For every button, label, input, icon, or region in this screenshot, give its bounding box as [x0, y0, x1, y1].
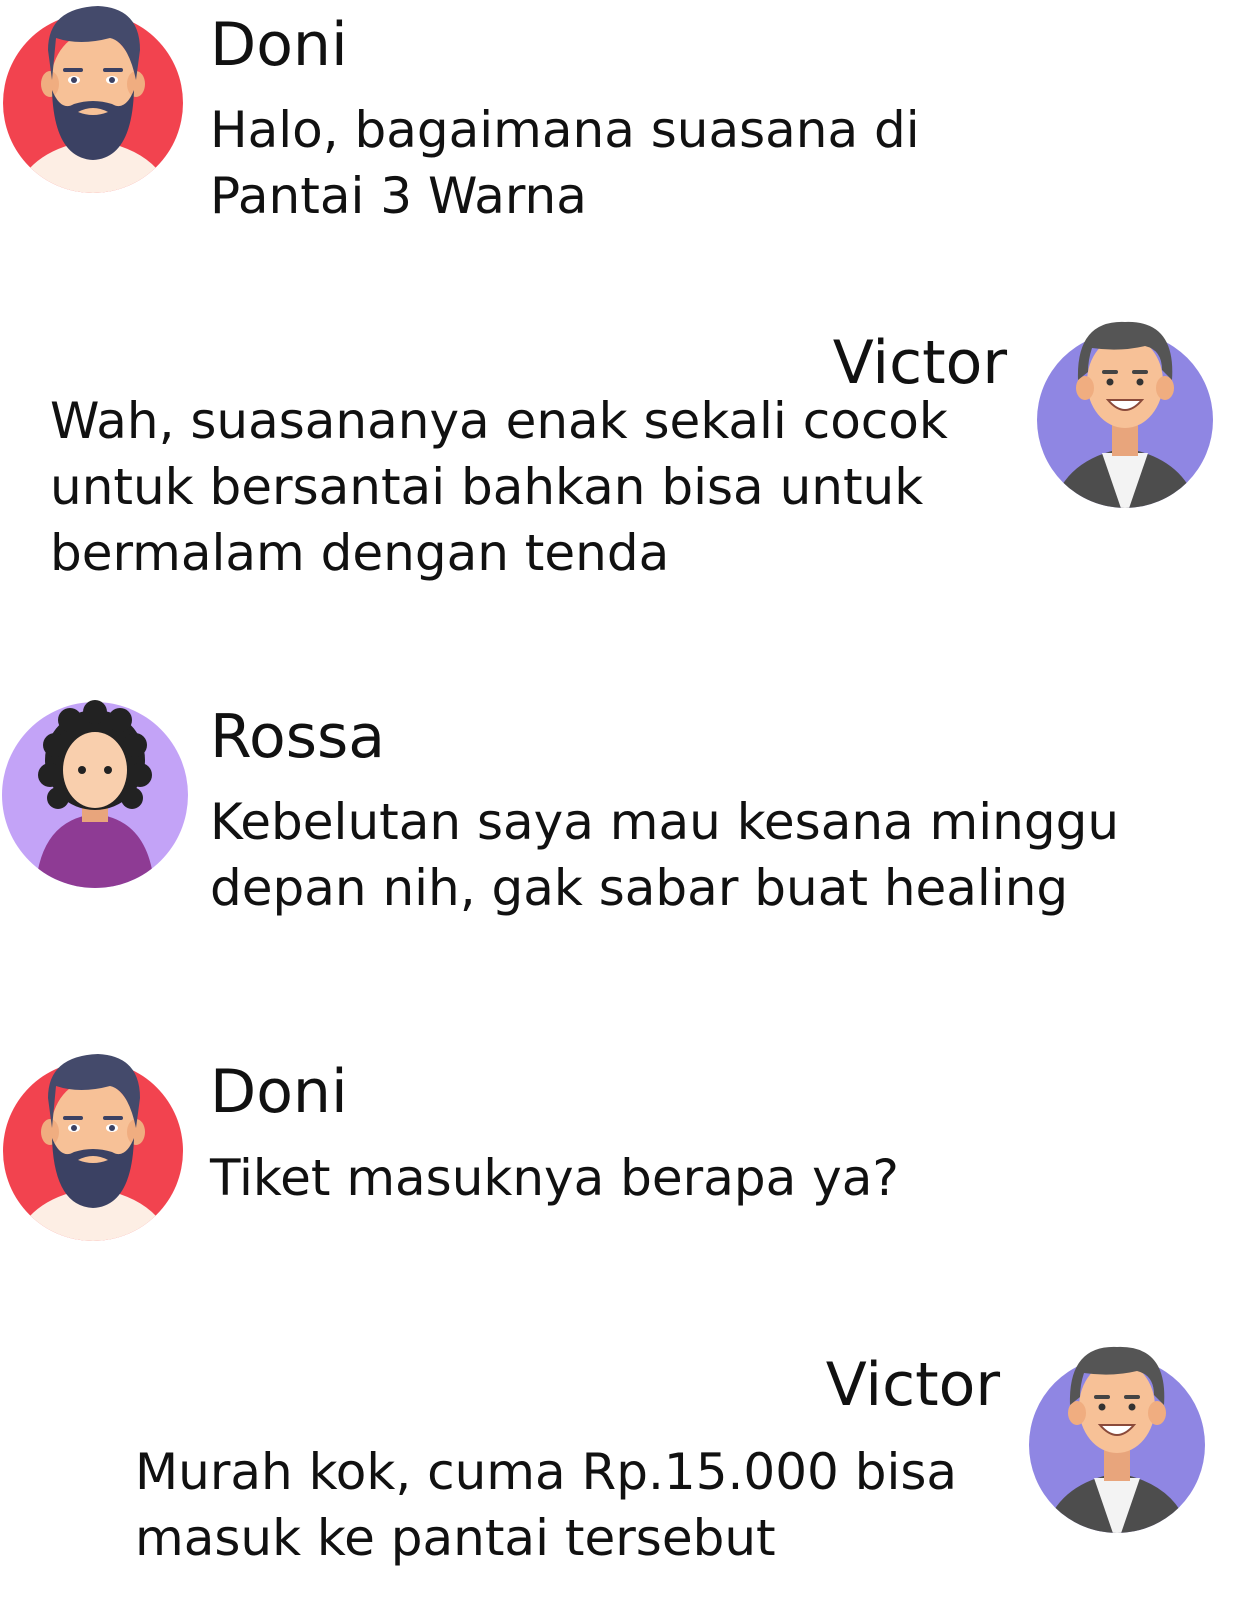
message-text: Wah, suasananya enak sekali cocok untuk …: [50, 388, 948, 586]
message-line: masuk ke pantai tersebut: [135, 1509, 776, 1567]
avatar-victor: [1030, 310, 1220, 520]
message-text: Tiket masuknya berapa ya?: [210, 1145, 899, 1211]
bearded-man-avatar-icon: [3, 6, 183, 193]
sender-name: Rossa: [210, 702, 385, 772]
message-line: depan nih, gak sabar buat healing: [210, 859, 1069, 917]
sender-name: Doni: [210, 10, 348, 80]
avatar-doni: [0, 0, 190, 210]
young-man-avatar-icon: [1029, 1346, 1205, 1533]
message-text: Halo, bagaimana suasana di Pantai 3 Warn…: [210, 97, 920, 229]
bearded-man-avatar-icon: [3, 1054, 183, 1241]
message-line: Halo, bagaimana suasana di: [210, 101, 920, 159]
avatar-doni: [0, 1048, 190, 1258]
message-line: Kebelutan saya mau kesana minggu: [210, 793, 1120, 851]
message-line: untuk bersantai bahkan bisa untuk: [50, 458, 924, 516]
sender-name: Victor: [825, 1350, 1000, 1420]
young-man-avatar-icon: [1037, 321, 1213, 508]
message-line: Murah kok, cuma Rp.15.000 bisa: [135, 1443, 958, 1501]
message-line: Wah, suasananya enak sekali cocok: [50, 392, 948, 450]
message-line: Tiket masuknya berapa ya?: [210, 1149, 899, 1207]
curly-hair-woman-avatar-icon: [2, 700, 188, 888]
message-text: Murah kok, cuma Rp.15.000 bisa masuk ke …: [135, 1439, 957, 1571]
avatar-rossa: [0, 690, 190, 900]
message-line: Pantai 3 Warna: [210, 167, 587, 225]
avatar-victor: [1022, 1335, 1212, 1545]
message-line: bermalam dengan tenda: [50, 524, 670, 582]
sender-name: Victor: [832, 328, 1007, 398]
sender-name: Doni: [210, 1057, 348, 1127]
message-text: Kebelutan saya mau kesana minggu depan n…: [210, 789, 1119, 921]
